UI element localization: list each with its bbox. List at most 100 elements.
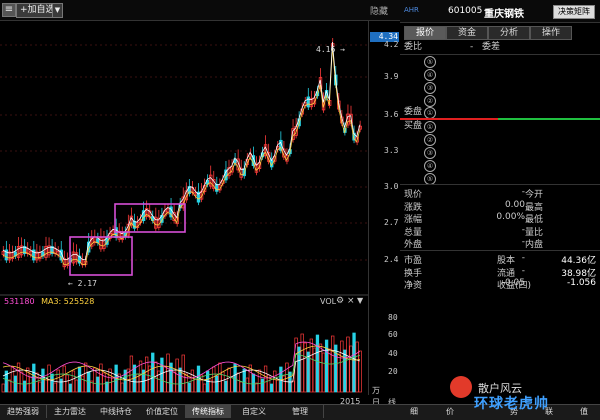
bid-level-1: ① [424, 121, 436, 133]
fin-label: 换手 [404, 268, 423, 279]
ask-level-5: ⑤ [424, 56, 436, 68]
volume-bar [297, 346, 301, 393]
hide-button[interactable]: 隐藏 [370, 4, 388, 17]
volume-bar [328, 348, 332, 393]
fin-label: 净资 [404, 281, 423, 291]
volume-bar [172, 371, 176, 393]
volume-bar [212, 366, 216, 393]
chevron-down-icon[interactable]: ▼ [52, 3, 63, 18]
volume-bar [245, 377, 249, 393]
volume-bar [215, 375, 219, 393]
bottom-tab[interactable]: 价值定位 [139, 405, 186, 418]
volume-bar [111, 377, 115, 393]
quote-label: 涨跌 [404, 202, 423, 213]
fin-label-right: 流通 [497, 268, 516, 279]
bottom-tab[interactable]: 自定义 [231, 405, 278, 418]
volume-bar [151, 352, 155, 393]
quote-label-right: 内盘 [525, 240, 544, 250]
tab-operate[interactable]: 操作 [530, 26, 572, 40]
stock-code: 601005 [448, 6, 483, 16]
price-tick: 3.9 [384, 72, 399, 81]
right-bottom-tab[interactable]: 值 [580, 405, 588, 418]
bottom-tab[interactable]: 管理 [277, 405, 324, 418]
bottom-tab[interactable]: 主力雷达 [47, 405, 94, 418]
quote-label: 现价 [404, 190, 423, 200]
volume-bar [80, 375, 85, 393]
volume-bar [355, 341, 359, 393]
order-ratio-label: 委比 [404, 42, 423, 52]
tab-funds[interactable]: 资金 [446, 26, 488, 40]
stock-name: 重庆钢铁 [484, 9, 524, 20]
volume-bar [282, 375, 286, 393]
right-bottom-tab[interactable]: 价 [446, 405, 454, 418]
volume-bar [71, 370, 76, 393]
volume-bar [50, 373, 54, 393]
market-badge: AHR [404, 6, 419, 14]
price-tick: 3.6 [384, 110, 399, 119]
volume-bar [29, 376, 33, 393]
volume-bar [291, 380, 295, 393]
volume-bar [303, 342, 307, 393]
volume-bar [160, 357, 164, 393]
volume-bar [239, 381, 243, 393]
volume-value: 531180 [4, 297, 35, 306]
volume-legend: 531180 MA3: 525528 [4, 297, 94, 306]
volume-bar [74, 379, 79, 393]
volume-bar [41, 368, 45, 393]
tab-quote[interactable]: 报价 [404, 26, 446, 40]
volume-bar [242, 368, 246, 393]
volume-bar [312, 347, 317, 393]
close-icon[interactable]: × [347, 296, 355, 306]
bottom-tab[interactable]: 中线持仓 [93, 405, 140, 418]
tab-analysis[interactable]: 分析 [488, 26, 530, 40]
volume-bar [233, 363, 237, 393]
volume-bar [315, 334, 320, 393]
volume-bar [224, 380, 228, 393]
bid-level-2: ② [424, 134, 436, 146]
quote-label: 涨幅 [404, 215, 423, 225]
low-annotation: ← 2.17 [68, 279, 97, 288]
ask-label: 委盘 [404, 107, 423, 117]
price-tick: 2.7 [384, 218, 399, 227]
volume-bar [227, 367, 231, 393]
volume-bar [273, 370, 277, 393]
volume-bar [19, 371, 24, 393]
volume-unit: 万 [372, 386, 380, 395]
volume-bar [270, 383, 274, 393]
volume-bar [65, 374, 70, 393]
ask-bar [400, 118, 498, 120]
volume-bar [163, 366, 167, 393]
fin-value-right: 44.36亿 [561, 256, 596, 266]
candle-body [306, 96, 310, 108]
volume-bar [23, 380, 27, 393]
volume-bar [276, 379, 280, 393]
volume-bar [77, 366, 82, 393]
watermark-logo [450, 376, 472, 398]
volume-bar [120, 382, 124, 393]
bid-bar [498, 118, 600, 120]
bid-level-3: ③ [424, 147, 436, 159]
volume-bar [38, 381, 42, 393]
volume-bar [230, 376, 234, 393]
price-tick: 4.2 [384, 40, 399, 49]
watermark-brand: 环球老虎帅 [474, 396, 549, 412]
sort-icon[interactable]: ▼ [357, 296, 363, 305]
volume-bar [83, 362, 88, 393]
volume-bar [340, 340, 344, 393]
vol-label: VOL [320, 297, 337, 306]
volume-bar [68, 383, 73, 393]
bottom-tab[interactable]: 趋势强弱 [0, 405, 47, 418]
candle-body [215, 183, 219, 192]
settings-icon[interactable]: ⚙ [336, 296, 344, 306]
candlestick-chart[interactable]: 4.16 → ← 2.17 [0, 20, 368, 395]
volume-bar [35, 372, 39, 393]
volume-bar [10, 366, 15, 393]
panel-tabs: 报价 资金 分析 操作 [400, 26, 600, 40]
volume-bar [7, 379, 12, 393]
bottom-tab[interactable]: 传统指标 [185, 405, 232, 418]
volume-tick: 60 [388, 330, 398, 339]
decision-matrix-button[interactable]: 决策矩阵 [553, 5, 595, 19]
menu-icon[interactable]: ≡ [2, 3, 16, 17]
quote-label: 外盘 [404, 240, 423, 250]
right-bottom-tab[interactable]: 细 [410, 405, 418, 418]
